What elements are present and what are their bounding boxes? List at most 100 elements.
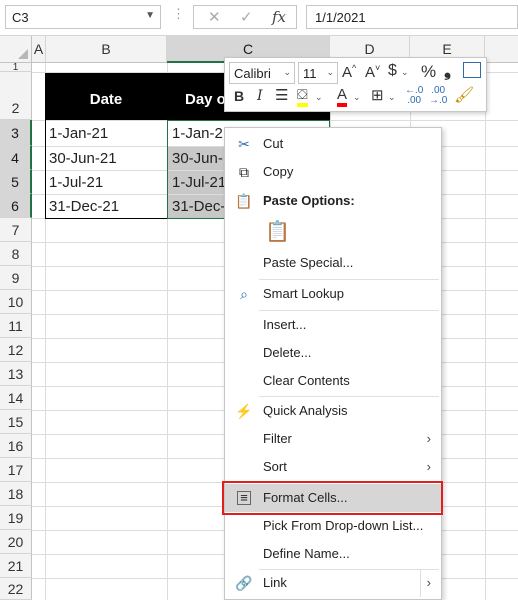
decrease-decimal-icon[interactable]: .00 →.0 [429, 86, 447, 106]
menu-item-paste-special[interactable]: Paste Special... [225, 249, 441, 277]
font-name-select[interactable]: Calibri ⌄ [229, 62, 295, 84]
increase-font-size-icon[interactable]: A^ [342, 63, 356, 81]
row-header-22[interactable]: 22 [0, 578, 32, 600]
fx-icon[interactable]: fx [272, 8, 286, 26]
row-header-5[interactable]: 5 [0, 170, 32, 194]
name-box[interactable]: C3 ▼ [5, 5, 161, 29]
fill-color-icon[interactable]: ⛋ [297, 86, 308, 107]
row-header-14[interactable]: 14 [0, 386, 32, 410]
column-header-b[interactable]: B [46, 36, 167, 63]
chevron-right-icon: › [419, 569, 431, 597]
row-header-18[interactable]: 18 [0, 482, 32, 506]
table-cell-date[interactable]: 31-Dec-21 [45, 195, 167, 218]
currency-format-icon[interactable]: $ [388, 62, 397, 80]
table-cell-day[interactable]: 1-Jan-2 [168, 121, 226, 146]
chevron-down-icon[interactable]: ▼ [145, 10, 155, 21]
font-color-icon[interactable]: A [337, 86, 348, 107]
menu-label: Smart Lookup [263, 286, 344, 301]
formula-bar-buttons: ✕ ✓ fx [193, 5, 297, 29]
row-header-19[interactable]: 19 [0, 506, 32, 530]
font-name-value: Calibri [234, 66, 271, 81]
menu-label: Sort [263, 459, 287, 474]
quick-analysis-icon: ⚡ [235, 403, 253, 419]
menu-label: Paste Options: [263, 193, 355, 208]
decrease-font-size-icon[interactable]: A˅ [365, 63, 380, 81]
chevron-right-icon: › [426, 431, 431, 446]
comma-style-icon[interactable]: ❟ [444, 60, 451, 81]
menu-separator [259, 482, 439, 483]
menu-item-insert[interactable]: Insert... [225, 311, 441, 339]
column-header-f[interactable] [485, 36, 518, 63]
chevron-right-icon: › [426, 459, 431, 474]
row-header-15[interactable]: 15 [0, 410, 32, 434]
table-cell-day[interactable]: 31-Dec- [168, 195, 226, 218]
chevron-down-icon[interactable]: ⌄ [353, 92, 361, 103]
select-all-button[interactable] [0, 36, 32, 63]
percent-style-icon[interactable]: % [421, 62, 436, 82]
chevron-down-icon[interactable]: ⌄ [401, 67, 409, 78]
table-header-date[interactable]: Date [45, 73, 167, 120]
clipboard-icon: 📋 [235, 193, 253, 209]
align-center-icon[interactable]: ☰ [275, 86, 288, 104]
font-size-value: 11 [303, 66, 317, 81]
search-icon: ⌕ [240, 286, 248, 302]
menu-item-cut[interactable]: ✂ Cut [225, 130, 441, 158]
row-header-16[interactable]: 16 [0, 434, 32, 458]
font-size-select[interactable]: 11 ⌄ [298, 62, 338, 84]
chevron-down-icon[interactable]: ⌄ [315, 92, 323, 103]
menu-item-quick-analysis[interactable]: ⚡ Quick Analysis [225, 397, 441, 425]
menu-label: Copy [263, 164, 294, 179]
check-icon[interactable]: ✓ [240, 8, 253, 26]
merge-center-icon[interactable] [463, 62, 481, 78]
table-cell-day[interactable]: 30-Jun- [168, 147, 226, 170]
italic-icon[interactable]: I [257, 88, 263, 104]
table-cell-day[interactable]: 1-Jul-21 [168, 171, 226, 194]
menu-label: Cut [263, 136, 284, 151]
menu-item-delete[interactable]: Delete... [225, 339, 441, 367]
format-painter-icon[interactable]: 🖌 [454, 85, 474, 105]
select-all-icon [18, 49, 28, 59]
row-header-11[interactable]: 11 [0, 314, 32, 338]
bold-icon[interactable]: B [234, 88, 244, 104]
menu-item-define-name[interactable]: Define Name... [225, 540, 441, 568]
mini-toolbar: Calibri ⌄ 11 ⌄ A^ A˅ $ ⌄ % ❟ B I ☰ ⛋ ⌄ A… [224, 57, 487, 112]
row-header-4[interactable]: 4 [0, 146, 32, 170]
menu-item-sort[interactable]: Sort › [225, 453, 441, 481]
row-header-8[interactable]: 8 [0, 242, 32, 266]
menu-label: Format Cells... [263, 490, 348, 505]
row-header-1[interactable]: 1 [0, 63, 32, 73]
row-header-6[interactable]: 6 [0, 194, 32, 218]
formula-input[interactable]: 1/1/2021 [306, 5, 518, 29]
row-header-13[interactable]: 13 [0, 362, 32, 386]
close-icon[interactable]: ✕ [208, 8, 221, 26]
row-header-9[interactable]: 9 [0, 266, 32, 290]
column-header-a[interactable]: A [32, 36, 46, 63]
formula-value: 1/1/2021 [315, 10, 366, 25]
row-header-20[interactable]: 20 [0, 530, 32, 554]
increase-decimal-icon[interactable]: ←.0.00 [405, 86, 423, 106]
menu-item-pick-from-list[interactable]: Pick From Drop-down List... [225, 512, 441, 540]
row-header-17[interactable]: 17 [0, 458, 32, 482]
menu-item-copy[interactable]: ⧉ Copy [225, 158, 441, 186]
paste-option-button[interactable]: 📋 [225, 218, 441, 250]
table-cell-date[interactable]: 1-Jul-21 [45, 171, 167, 194]
row-header-12[interactable]: 12 [0, 338, 32, 362]
table-cell-date[interactable]: 1-Jan-21 [45, 121, 167, 146]
borders-icon[interactable]: ⊞ [371, 86, 384, 104]
menu-label: Quick Analysis [263, 403, 348, 418]
table-divider [167, 120, 168, 219]
row-header-10[interactable]: 10 [0, 290, 32, 314]
row-header-2[interactable]: 2 [0, 72, 32, 120]
menu-item-smart-lookup[interactable]: ⌕ Smart Lookup [225, 280, 441, 308]
menu-item-filter[interactable]: Filter › [225, 425, 441, 453]
row-header-3[interactable]: 3 [0, 120, 32, 146]
paste-icon: 📋 [265, 221, 290, 243]
row-header-21[interactable]: 21 [0, 554, 32, 578]
menu-item-format-cells[interactable]: ≡ Format Cells... [225, 484, 441, 512]
menu-item-link[interactable]: 🔗 Link › [225, 569, 441, 597]
chevron-down-icon[interactable]: ⌄ [388, 92, 396, 103]
row-header-7[interactable]: 7 [0, 218, 32, 242]
table-cell-date[interactable]: 30-Jun-21 [45, 147, 167, 170]
more-icon: ⋮ [172, 6, 186, 21]
menu-item-clear-contents[interactable]: Clear Contents [225, 367, 441, 395]
